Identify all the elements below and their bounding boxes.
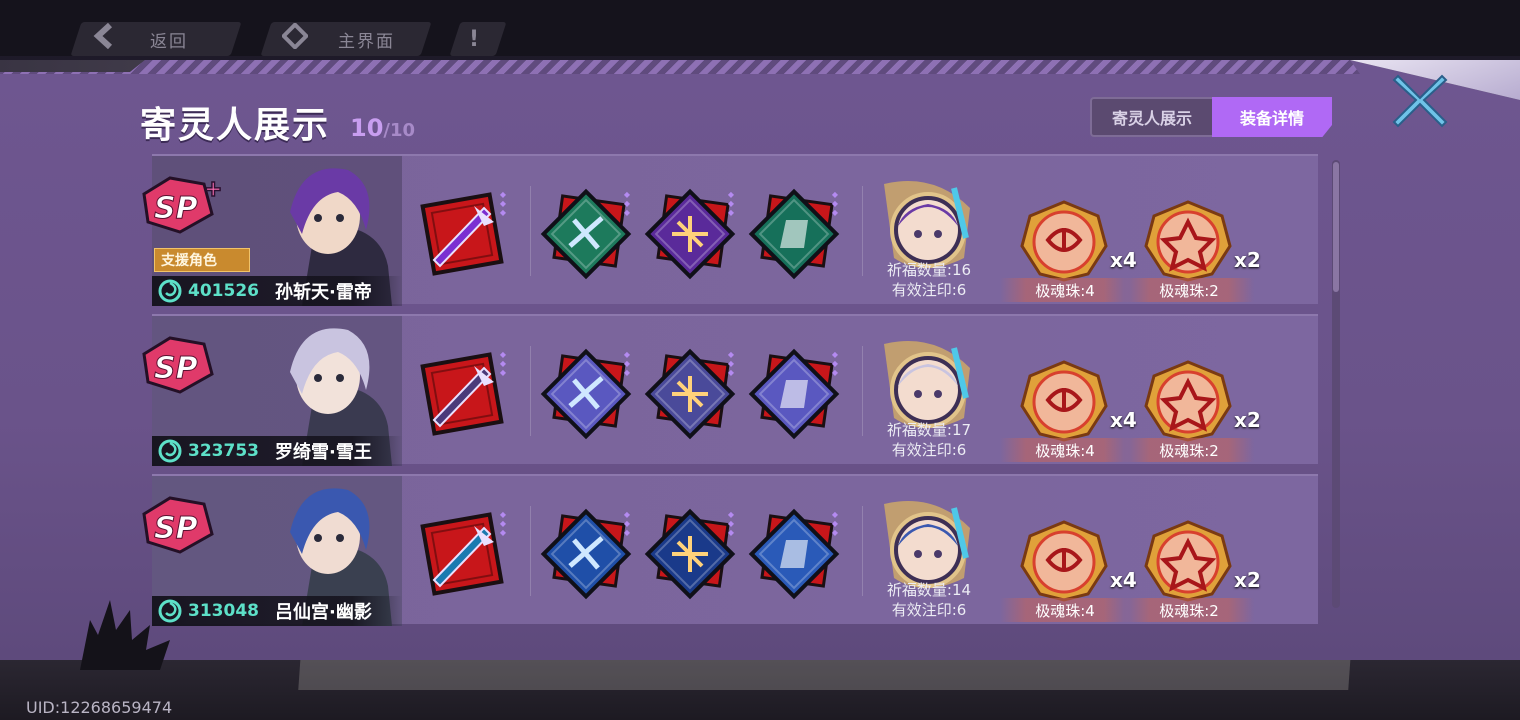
tab-character-showcase[interactable]: 寄灵人展示 [1090,97,1212,137]
valid-seal: 有效注印:6 [891,281,967,299]
star-rank-icon: ◆ ◆ ◆ [831,510,839,537]
blessing-count: 祈福数量:14 [886,581,972,599]
character-row[interactable]: SP 313048 吕仙宫·幽影 ◆◆◆ ◆◆◆ ◆◆◆ ◆◆◆ [142,474,1318,626]
divider [530,186,531,276]
diamond-icon [280,21,310,55]
count-current: 10 [350,114,384,142]
soul-orb-icon[interactable] [1142,520,1234,602]
divider [862,506,863,596]
soul-orb-icon[interactable] [1018,200,1110,282]
svg-text:SP: SP [154,191,198,226]
star-rank-icon: ◆ ◆ ◆ [499,510,507,537]
svg-text:SP: SP [154,351,198,386]
character-count: 10/10 [350,114,415,142]
spiral-icon [158,439,182,463]
tab-bar: 寄灵人展示 装备详情 [1090,97,1332,137]
skill-icon[interactable] [538,186,634,282]
character-name: 罗绮雪·雪王 [274,442,372,463]
star-rank-icon: ◆ ◆ ◆ [499,350,507,377]
rank-badge-icon: SP + [140,174,230,234]
orb-multiplier: x2 [1234,568,1261,592]
soul-orb-icon[interactable] [1142,360,1234,442]
valid-seal: 有效注印:6 [891,441,967,459]
spiral-icon [158,279,182,303]
orb-multiplier: x2 [1234,408,1261,432]
weapon-icon[interactable] [414,346,510,442]
orb-multiplier: x2 [1234,248,1261,272]
valid-seal: 有效注印:6 [891,601,967,619]
soul-orb-icon[interactable] [1018,360,1110,442]
svg-text:+: + [204,177,222,202]
orb-label: 极魂珠:2 [1124,278,1254,302]
orb-label: 极魂珠:4 [1000,278,1130,302]
character-name: 吕仙宫·幽影 [274,602,372,623]
power-value: 313048 [188,601,259,621]
rank-badge-icon: SP [140,494,230,554]
star-rank-icon: ◆ ◆ ◆ [623,510,631,537]
home-label: 主界面 [338,31,395,52]
divider [862,186,863,276]
support-tag-label: 支援角色 [161,253,217,269]
star-rank-icon: ◆ ◆ ◆ [727,350,735,377]
divider [862,346,863,436]
soul-orb-icon[interactable] [1018,520,1110,602]
skill-icon[interactable] [746,346,842,442]
skill-icon[interactable] [642,506,738,602]
power-bar: 323753 罗绮雪·雪王 [152,436,402,466]
home-button[interactable]: 主界面 [260,21,432,56]
power-bar: 313048 吕仙宫·幽影 [152,596,402,626]
scrollbar-thumb[interactable] [1333,162,1339,292]
close-x-icon [1392,74,1448,128]
divider [530,506,531,596]
star-rank-icon: ◆ ◆ ◆ [831,350,839,377]
star-rank-icon: ◆ ◆ ◆ [623,190,631,217]
divider [530,346,531,436]
character-row[interactable]: SP 323753 罗绮雪·雪王 ◆◆◆ ◆◆◆ ◆◆◆ ◆◆◆ [142,314,1318,466]
orb-label: 极魂珠:2 [1124,598,1254,622]
uid-label: UID:12268659474 [26,698,173,717]
star-rank-icon: ◆ ◆ ◆ [831,190,839,217]
back-label: 返回 [150,31,188,52]
blessing-count: 祈福数量:17 [886,421,972,439]
close-button[interactable] [1390,72,1450,128]
orb-multiplier: x4 [1110,248,1137,272]
weapon-icon[interactable] [414,506,510,602]
skill-icon[interactable] [538,346,634,442]
character-row[interactable]: SP + 支援角色 401526 孙斩天·雷帝 ◆ ◆ ◆ ◆ ◆ ◆ ◆ ◆ ◆ ◆ ◆ ◆ [142,154,1318,306]
rank-badge-icon: SP [140,334,230,394]
alert-button[interactable]: ! [449,22,507,56]
orb-multiplier: x4 [1110,568,1137,592]
skill-icon[interactable] [746,506,842,602]
svg-text:SP: SP [154,511,198,546]
count-total: /10 [383,120,416,141]
blessing-count: 祈福数量:16 [886,261,972,279]
page-title: 寄灵人展示 [140,105,331,146]
star-rank-icon: ◆ ◆ ◆ [727,510,735,537]
back-button[interactable]: 返回 [70,22,242,56]
top-nav: 返回 主界面 ! [0,0,1520,56]
orb-label: 极魂珠:4 [1000,598,1130,622]
support-role-tag: 支援角色 [154,248,250,272]
skill-icon[interactable] [642,186,738,282]
star-rank-icon: ◆ ◆ ◆ [499,190,507,217]
orb-label: 极魂珠:4 [1000,438,1130,462]
skill-icon[interactable] [642,346,738,442]
soul-orb-icon[interactable] [1142,200,1234,282]
exclamation-icon: ! [469,26,480,52]
panel-stripe [0,60,1360,74]
ink-splash-decoration [80,600,170,670]
power-value: 401526 [188,281,259,301]
orb-multiplier: x4 [1110,408,1137,432]
weapon-icon[interactable] [414,186,510,282]
skill-icon[interactable] [538,506,634,602]
star-rank-icon: ◆ ◆ ◆ [727,190,735,217]
orb-label: 极魂珠:2 [1124,438,1254,462]
character-name: 孙斩天·雷帝 [274,282,372,303]
chevron-left-icon [92,22,114,55]
tab-equipment-details[interactable]: 装备详情 [1212,97,1332,137]
star-rank-icon: ◆ ◆ ◆ [623,350,631,377]
power-value: 323753 [188,441,259,461]
skill-icon[interactable] [746,186,842,282]
power-bar: 401526 孙斩天·雷帝 [152,276,402,306]
